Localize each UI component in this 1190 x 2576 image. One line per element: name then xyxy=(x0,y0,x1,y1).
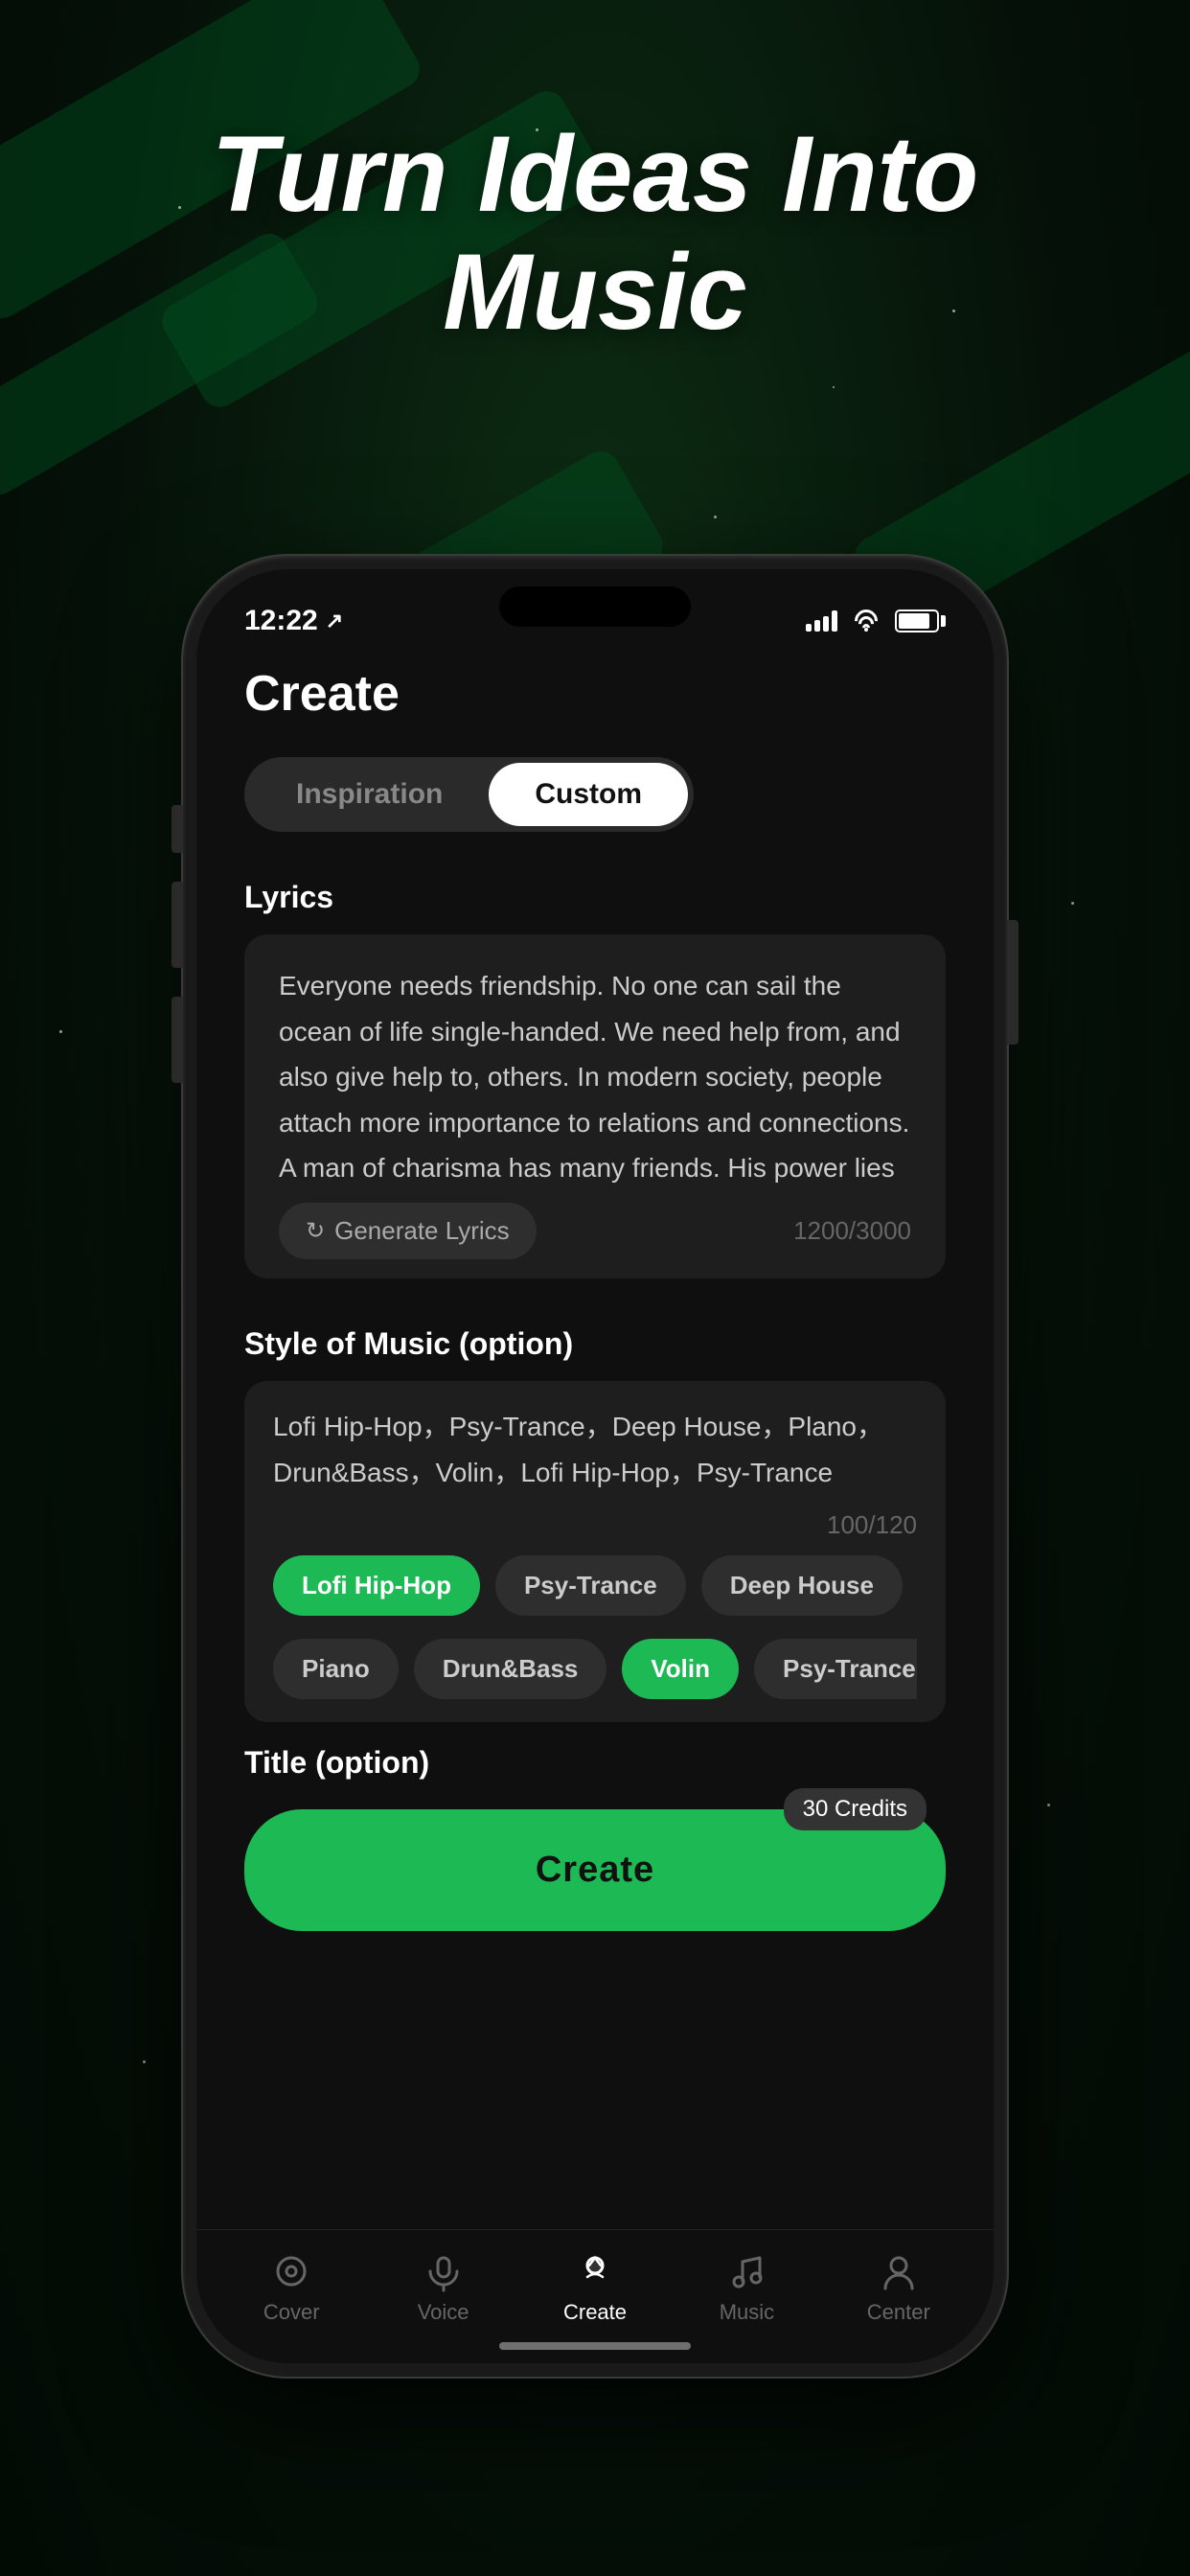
style-text: Lofi Hip-Hop，Psy-Trance，Deep House，Plano… xyxy=(273,1404,917,1510)
credits-badge: 30 Credits xyxy=(784,1788,927,1830)
generate-lyrics-button[interactable]: ↻ Generate Lyrics xyxy=(279,1203,537,1259)
lyrics-box[interactable]: Everyone needs friendship. No one can sa… xyxy=(244,934,946,1278)
tag-lofi-hiphop[interactable]: Lofi Hip-Hop xyxy=(273,1555,480,1616)
custom-mode-button[interactable]: Custom xyxy=(489,763,688,826)
tag-piano[interactable]: Piano xyxy=(273,1639,399,1699)
tag-volin-2[interactable]: Volin xyxy=(622,1639,739,1699)
style-section-label: Style of Music (option) xyxy=(244,1326,946,1362)
title-section: Title (option) xyxy=(244,1745,946,1781)
signal-icon xyxy=(806,610,837,632)
headline-text: Turn Ideas Into Music xyxy=(0,115,1190,351)
nav-item-cover[interactable]: Cover xyxy=(216,2250,367,2325)
tags-row-2: Piano Drun&Bass Volin Psy-Trance Drum xyxy=(273,1639,917,1722)
nav-label-create: Create xyxy=(563,2300,627,2325)
nav-label-voice: Voice xyxy=(418,2300,469,2325)
status-time: 12:22 ↗ xyxy=(244,605,343,637)
create-icon xyxy=(574,2250,616,2292)
tag-psy-trance[interactable]: Psy-Trance xyxy=(495,1555,686,1616)
nav-label-center: Center xyxy=(867,2300,930,2325)
nav-item-music[interactable]: Music xyxy=(671,2250,822,2325)
create-area: 30 Credits Create xyxy=(244,1809,946,1931)
nav-item-center[interactable]: Center xyxy=(823,2250,974,2325)
center-icon xyxy=(878,2250,920,2292)
nav-item-voice[interactable]: Voice xyxy=(367,2250,518,2325)
mode-toggle: Inspiration Custom xyxy=(244,757,694,832)
style-char-count: 100/120 xyxy=(273,1510,917,1555)
voice-icon xyxy=(423,2250,465,2292)
tag-deep-house[interactable]: Deep House xyxy=(701,1555,903,1616)
tags-row-1: Lofi Hip-Hop Psy-Trance Deep House Volin xyxy=(273,1555,917,1639)
music-icon xyxy=(725,2250,767,2292)
cover-icon xyxy=(270,2250,312,2292)
nav-item-create[interactable]: Create xyxy=(519,2250,671,2325)
battery-icon xyxy=(895,610,946,632)
tag-psy-trance-2[interactable]: Psy-Trance xyxy=(754,1639,917,1699)
inspiration-mode-button[interactable]: Inspiration xyxy=(250,763,489,826)
lyrics-section-label: Lyrics xyxy=(244,880,946,915)
page-title: Create xyxy=(244,665,946,723)
style-box[interactable]: Lofi Hip-Hop，Psy-Trance，Deep House，Plano… xyxy=(244,1381,946,1722)
wifi-icon xyxy=(853,610,880,632)
dynamic-island xyxy=(499,586,691,627)
nav-label-music: Music xyxy=(720,2300,774,2325)
title-section-label: Title (option) xyxy=(244,1745,946,1781)
lyrics-text: Everyone needs friendship. No one can sa… xyxy=(279,963,911,1184)
tag-drun-bass[interactable]: Drun&Bass xyxy=(414,1639,607,1699)
refresh-icon: ↻ xyxy=(306,1217,325,1245)
lyrics-char-count: 1200/3000 xyxy=(793,1216,911,1246)
home-indicator xyxy=(499,2342,691,2350)
phone-frame: 12:22 ↗ xyxy=(183,556,1007,2377)
nav-label-cover: Cover xyxy=(263,2300,320,2325)
